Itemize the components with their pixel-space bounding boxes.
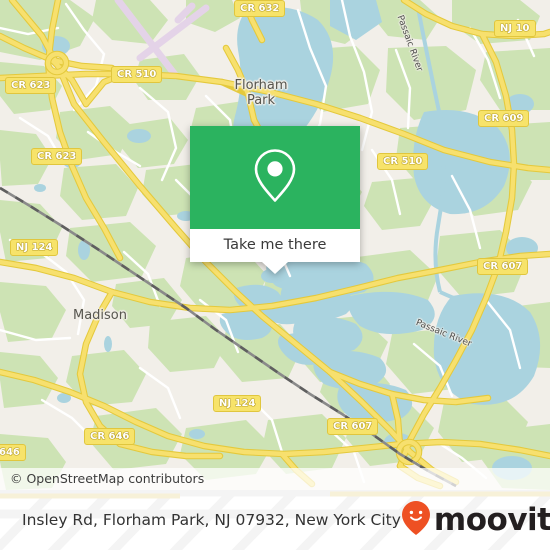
popup-image-area — [190, 126, 360, 229]
map-pin-icon — [252, 147, 298, 208]
road-shield-cr-607-north: CR 607 — [477, 258, 529, 275]
moovit-wordmark: moovit — [433, 501, 550, 538]
map-attribution[interactable]: © OpenStreetMap contributors — [0, 468, 550, 490]
road-shield-646-edge: 646 — [0, 444, 26, 461]
popup-pointer-tail — [262, 262, 288, 274]
road-shield-cr-632: CR 632 — [234, 0, 286, 17]
bottom-info-bar: Insley Rd, Florham Park, NJ 07932, New Y… — [0, 490, 550, 550]
bottom-bar-content: Insley Rd, Florham Park, NJ 07932, New Y… — [0, 490, 550, 550]
road-shield-cr-510-east: CR 510 — [377, 153, 429, 170]
road-shield-cr-609: CR 609 — [478, 110, 530, 127]
road-shield-nj-10: NJ 10 — [494, 20, 536, 37]
road-shield-nj-124-east: NJ 124 — [213, 395, 262, 412]
road-shield-nj-124-west: NJ 124 — [10, 239, 59, 256]
location-popup-card[interactable]: Take me there — [190, 126, 360, 274]
take-me-there-button[interactable]: Take me there — [190, 229, 360, 262]
moovit-logo[interactable]: moovit — [401, 500, 550, 541]
moovit-smiley-pin-icon — [401, 500, 431, 541]
road-shield-cr-623-north: CR 623 — [5, 77, 57, 94]
road-shield-cr-510-west: CR 510 — [111, 66, 163, 83]
road-shield-cr-623-south: CR 623 — [31, 148, 83, 165]
address-label: Insley Rd, Florham Park, NJ 07932, New Y… — [22, 511, 401, 529]
road-shield-cr-607-south: CR 607 — [327, 418, 379, 435]
moovit-map-screenshot: Florham Park Madison Passaic River Passa… — [0, 0, 550, 550]
road-shield-cr-646: CR 646 — [84, 428, 136, 445]
